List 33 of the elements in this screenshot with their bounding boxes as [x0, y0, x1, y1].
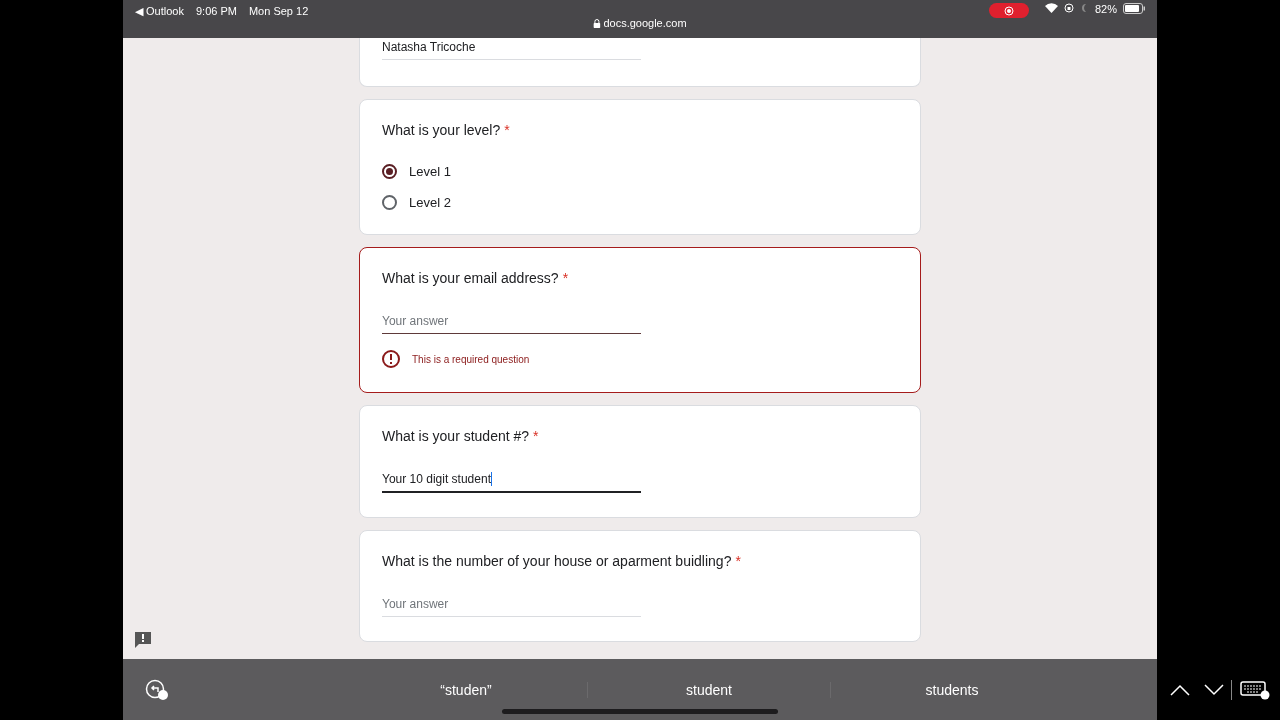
- suggestion-item[interactable]: “studen”: [345, 681, 587, 698]
- url-text[interactable]: docs.google.com: [593, 17, 687, 29]
- feedback-icon[interactable]: [134, 631, 152, 649]
- answer-field[interactable]: Natasha Tricoche: [382, 38, 641, 60]
- moon-icon: [1079, 3, 1089, 13]
- radio-button[interactable]: [382, 195, 397, 210]
- radio-button[interactable]: [382, 164, 397, 179]
- wifi-icon: [1044, 3, 1058, 13]
- answer-field[interactable]: Your answer: [382, 312, 641, 334]
- date: Mon Sep 12: [248, 5, 309, 19]
- back-app-link[interactable]: ◀ Outlook: [135, 5, 184, 38]
- answer-field[interactable]: Your answer: [382, 595, 641, 617]
- required-asterisk: *: [533, 428, 539, 444]
- question-title: What is the number of your house or aparment buidling?: [382, 553, 732, 569]
- record-icon: [1003, 5, 1014, 16]
- orientation-lock-icon: [1063, 3, 1074, 13]
- lock-icon: [593, 18, 601, 28]
- battery-icon: [1123, 3, 1145, 14]
- error-message: This is a required question: [412, 353, 530, 365]
- option-label[interactable]: Level 1: [409, 164, 451, 179]
- required-asterisk: *: [735, 553, 741, 569]
- required-asterisk: *: [504, 122, 510, 138]
- time: 9:06 PM: [195, 5, 237, 19]
- question-title: What is your email address?: [382, 270, 559, 286]
- required-asterisk: *: [562, 270, 569, 286]
- error-icon: [382, 350, 400, 368]
- battery-percent: 82%: [1094, 3, 1117, 15]
- question-title: What is your level?: [382, 122, 501, 138]
- answer-field[interactable]: Your 10 digit student: [382, 470, 641, 493]
- question-title: What is your student #?: [382, 428, 530, 444]
- option-label[interactable]: Level 2: [409, 195, 451, 210]
- suggestion-item[interactable]: students: [830, 681, 1073, 698]
- suggestion-item[interactable]: student: [587, 681, 830, 698]
